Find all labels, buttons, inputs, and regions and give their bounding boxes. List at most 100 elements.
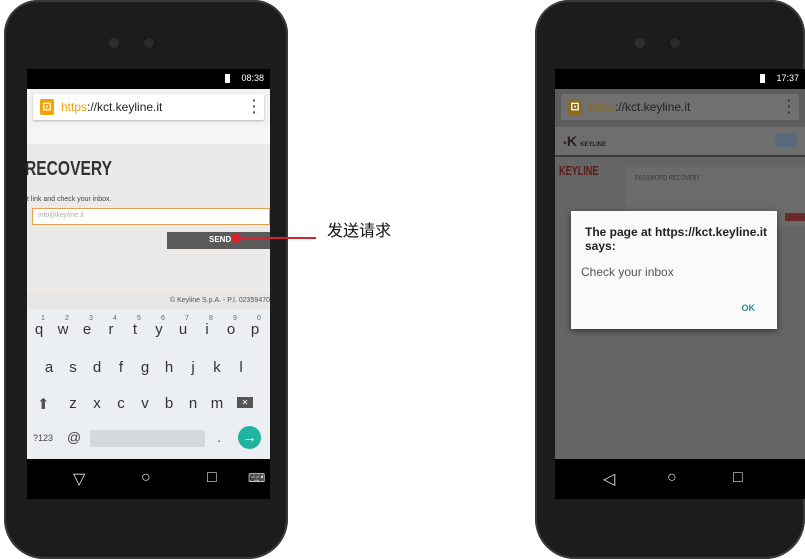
status-bar: 17:37 [555, 69, 805, 89]
page-content: RECOVERY t link and check your inbox. in… [27, 127, 270, 302]
key-w[interactable]: w [53, 321, 73, 338]
annotation-line [236, 237, 316, 239]
url-bar[interactable]: ⊡ https://kct.keyline.it · · · [33, 93, 264, 120]
recents-icon[interactable]: □ [207, 469, 217, 487]
key-x[interactable]: x [87, 395, 107, 412]
key-v[interactable]: v [135, 395, 155, 412]
back-icon[interactable]: ▽ [73, 469, 85, 489]
key-m[interactable]: m [207, 395, 227, 412]
backspace-key[interactable]: ✕ [237, 397, 253, 408]
instruction-text: t link and check your inbox. [27, 196, 112, 203]
battery-icon [760, 74, 765, 83]
keyboard-icon[interactable]: ⌨ [248, 471, 265, 485]
key-c[interactable]: c [111, 395, 131, 412]
key-i[interactable]: i [197, 321, 217, 338]
front-camera [141, 35, 157, 51]
key-r[interactable]: r [101, 321, 121, 338]
dialog-ok-button[interactable]: OK [742, 303, 756, 313]
home-icon[interactable]: ○ [141, 469, 151, 487]
nav-bar: ▽ ○ □ ⌨ [27, 459, 270, 499]
footer: © Keyline S.p.A. - P.I. 02359470 [27, 294, 270, 309]
status-bar: 08:38 [27, 69, 270, 89]
url-text: https://kct.keyline.it [589, 100, 691, 114]
status-time: 08:38 [241, 73, 264, 83]
home-icon[interactable]: ○ [667, 469, 677, 487]
annotation-label: 发送请求 [327, 221, 392, 240]
side-logo: KEYLINE [559, 163, 599, 178]
key-y[interactable]: y [149, 321, 169, 338]
key-e[interactable]: e [77, 321, 97, 338]
key-hint: 6 [161, 315, 165, 322]
key-n[interactable]: n [183, 395, 203, 412]
nav-bar: ◁ ○ □ [555, 459, 805, 499]
key-f[interactable]: f [111, 359, 131, 376]
key-hint: 1 [41, 315, 45, 322]
key-a[interactable]: a [39, 359, 59, 376]
recents-icon[interactable]: □ [733, 469, 743, 487]
key-hint: 7 [185, 315, 189, 322]
right-screen: 17:37 ⊡ https://kct.keyline.it · · · ▪K KE… [555, 69, 805, 499]
key-hint: 0 [257, 315, 261, 322]
key-hint: 8 [209, 315, 213, 322]
page-header: ▪K KEYLINE [555, 127, 805, 155]
key-q[interactable]: q [29, 321, 49, 338]
url-text: https://kct.keyline.it [61, 100, 163, 114]
panel-send-button[interactable] [785, 213, 805, 221]
at-key[interactable]: @ [67, 429, 81, 445]
lock-icon: ⊡ [568, 99, 582, 115]
email-placeholder: info@keyline.it [38, 212, 84, 219]
key-s[interactable]: s [63, 359, 83, 376]
browser-toolbar: ⊡ https://kct.keyline.it · · · [27, 89, 270, 128]
key-k[interactable]: k [207, 359, 227, 376]
front-sensor [635, 38, 645, 48]
partner-logo [775, 133, 797, 147]
dialog-title: The page at https://kct.keyline.it says: [585, 225, 768, 253]
space-key[interactable] [90, 430, 205, 447]
left-phone: 08:38 ⊡ https://kct.keyline.it · · · RECOV… [4, 0, 288, 559]
lock-icon: ⊡ [40, 99, 54, 115]
mode-key[interactable]: ?123 [33, 433, 53, 443]
recovery-title: RECOVERY [27, 158, 112, 180]
key-p[interactable]: p [245, 321, 265, 338]
status-time: 17:37 [776, 73, 799, 83]
key-hint: 3 [89, 315, 93, 322]
send-label: SEND [209, 235, 232, 244]
footer-text: © Keyline S.p.A. - P.I. 02359470 [170, 297, 270, 304]
key-j[interactable]: j [183, 359, 203, 376]
key-u[interactable]: u [173, 321, 193, 338]
email-field[interactable]: info@keyline.it [32, 208, 270, 225]
key-hint: 4 [113, 315, 117, 322]
key-o[interactable]: o [221, 321, 241, 338]
front-sensor [109, 38, 119, 48]
keyboard: q1 w2 e3 r4 t5 y6 u7 i8 o9 p0 asdfghjkl zxcvbnm ⬆… [27, 309, 270, 459]
key-t[interactable]: t [125, 321, 145, 338]
go-button[interactable]: → [238, 426, 261, 449]
page-body: KEYLINE PASSWORD RECOVERY The page at ht… [555, 157, 805, 467]
shift-key[interactable]: ⬆ [37, 395, 50, 413]
brand-logo: ▪K KEYLINE [563, 133, 607, 149]
dialog-message: Check your inbox [581, 265, 674, 279]
key-z[interactable]: z [63, 395, 83, 412]
key-l[interactable]: l [231, 359, 251, 376]
browser-toolbar: ⊡ https://kct.keyline.it · · · [555, 89, 805, 127]
url-bar[interactable]: ⊡ https://kct.keyline.it · · · [561, 93, 799, 120]
front-camera [667, 35, 683, 51]
key-hint: 9 [233, 315, 237, 322]
key-d[interactable]: d [87, 359, 107, 376]
right-phone: 17:37 ⊡ https://kct.keyline.it · · · ▪K KE… [535, 0, 805, 559]
menu-icon[interactable]: · · · [787, 93, 792, 119]
key-h[interactable]: h [159, 359, 179, 376]
key-b[interactable]: b [159, 395, 179, 412]
key-hint: 2 [65, 315, 69, 322]
recovery-panel: RECOVERY t link and check your inbox. in… [27, 144, 270, 295]
menu-icon[interactable]: · · · [252, 93, 257, 119]
key-g[interactable]: g [135, 359, 155, 376]
back-icon[interactable]: ◁ [603, 469, 615, 489]
alert-dialog: The page at https://kct.keyline.it says:… [571, 211, 777, 329]
dot-key[interactable]: . [217, 429, 221, 445]
battery-icon [225, 74, 230, 83]
send-button[interactable]: SEND [167, 232, 270, 249]
annotation-dot [231, 233, 241, 243]
key-hint: 5 [137, 315, 141, 322]
left-screen: 08:38 ⊡ https://kct.keyline.it · · · RECOV… [27, 69, 270, 499]
